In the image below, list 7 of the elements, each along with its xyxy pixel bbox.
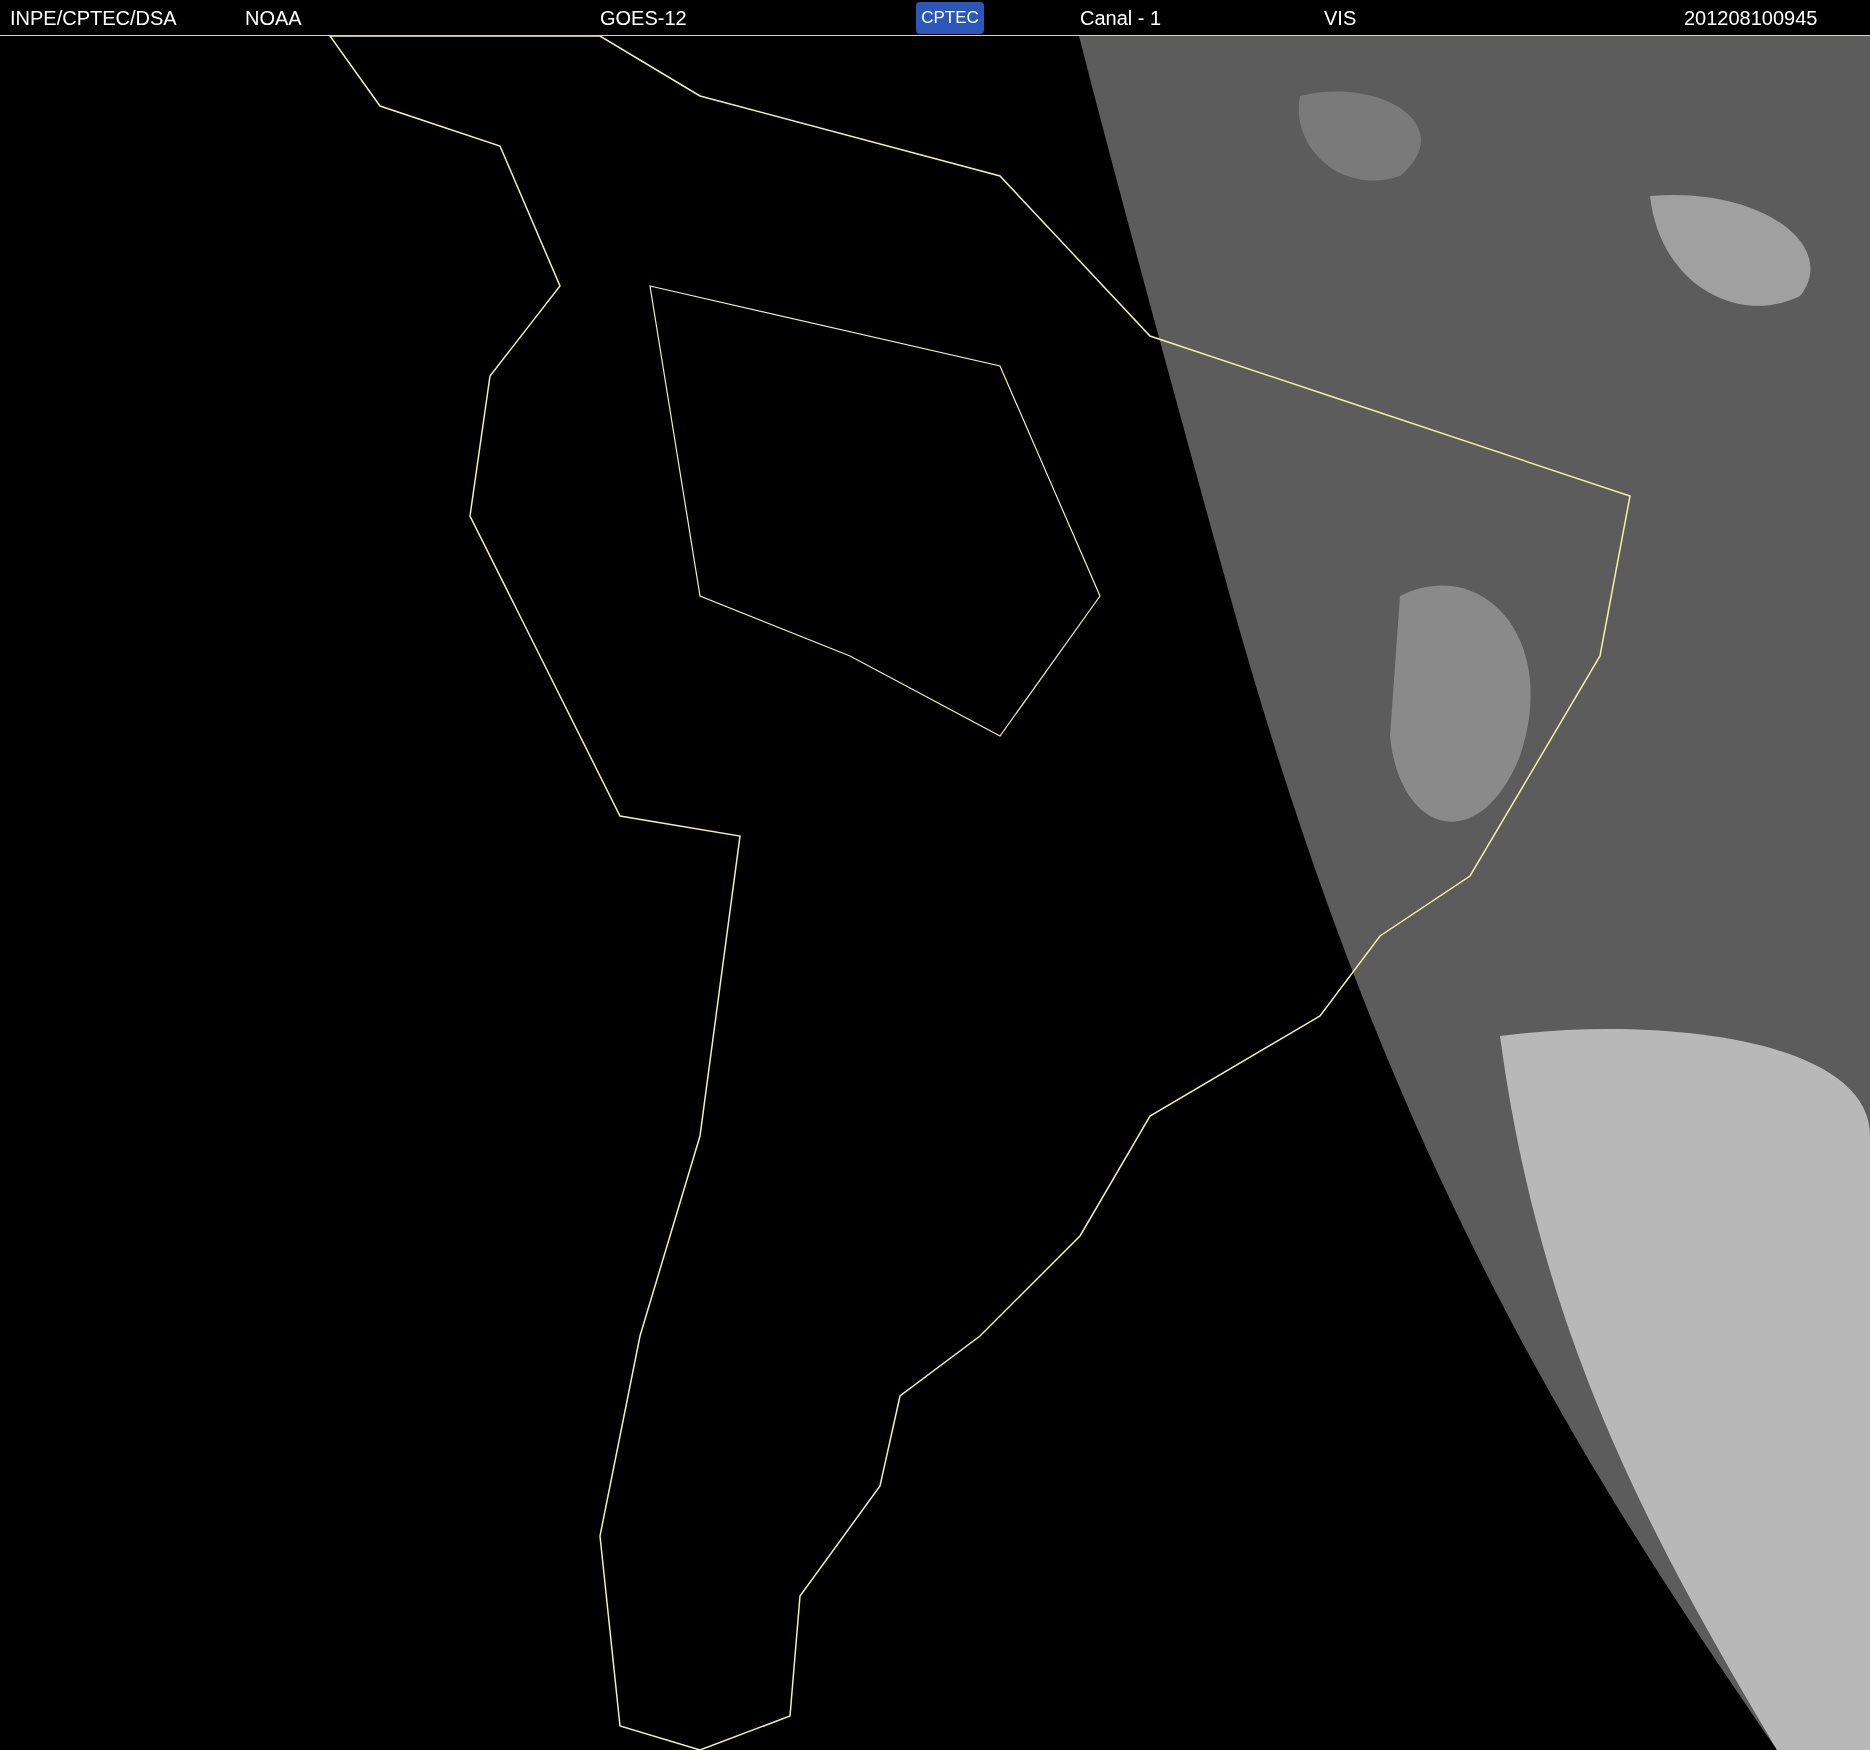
band-label: VIS [1324,5,1358,31]
channel-label: Canal - 1 [1080,5,1163,31]
satellite-label: GOES-12 [600,5,688,31]
source-label: INPE/CPTEC/DSA [10,5,178,31]
timestamp-label: 201208100945 [1684,5,1818,31]
logo: CPTEC [916,1,984,34]
agency-label: NOAA [245,5,303,31]
